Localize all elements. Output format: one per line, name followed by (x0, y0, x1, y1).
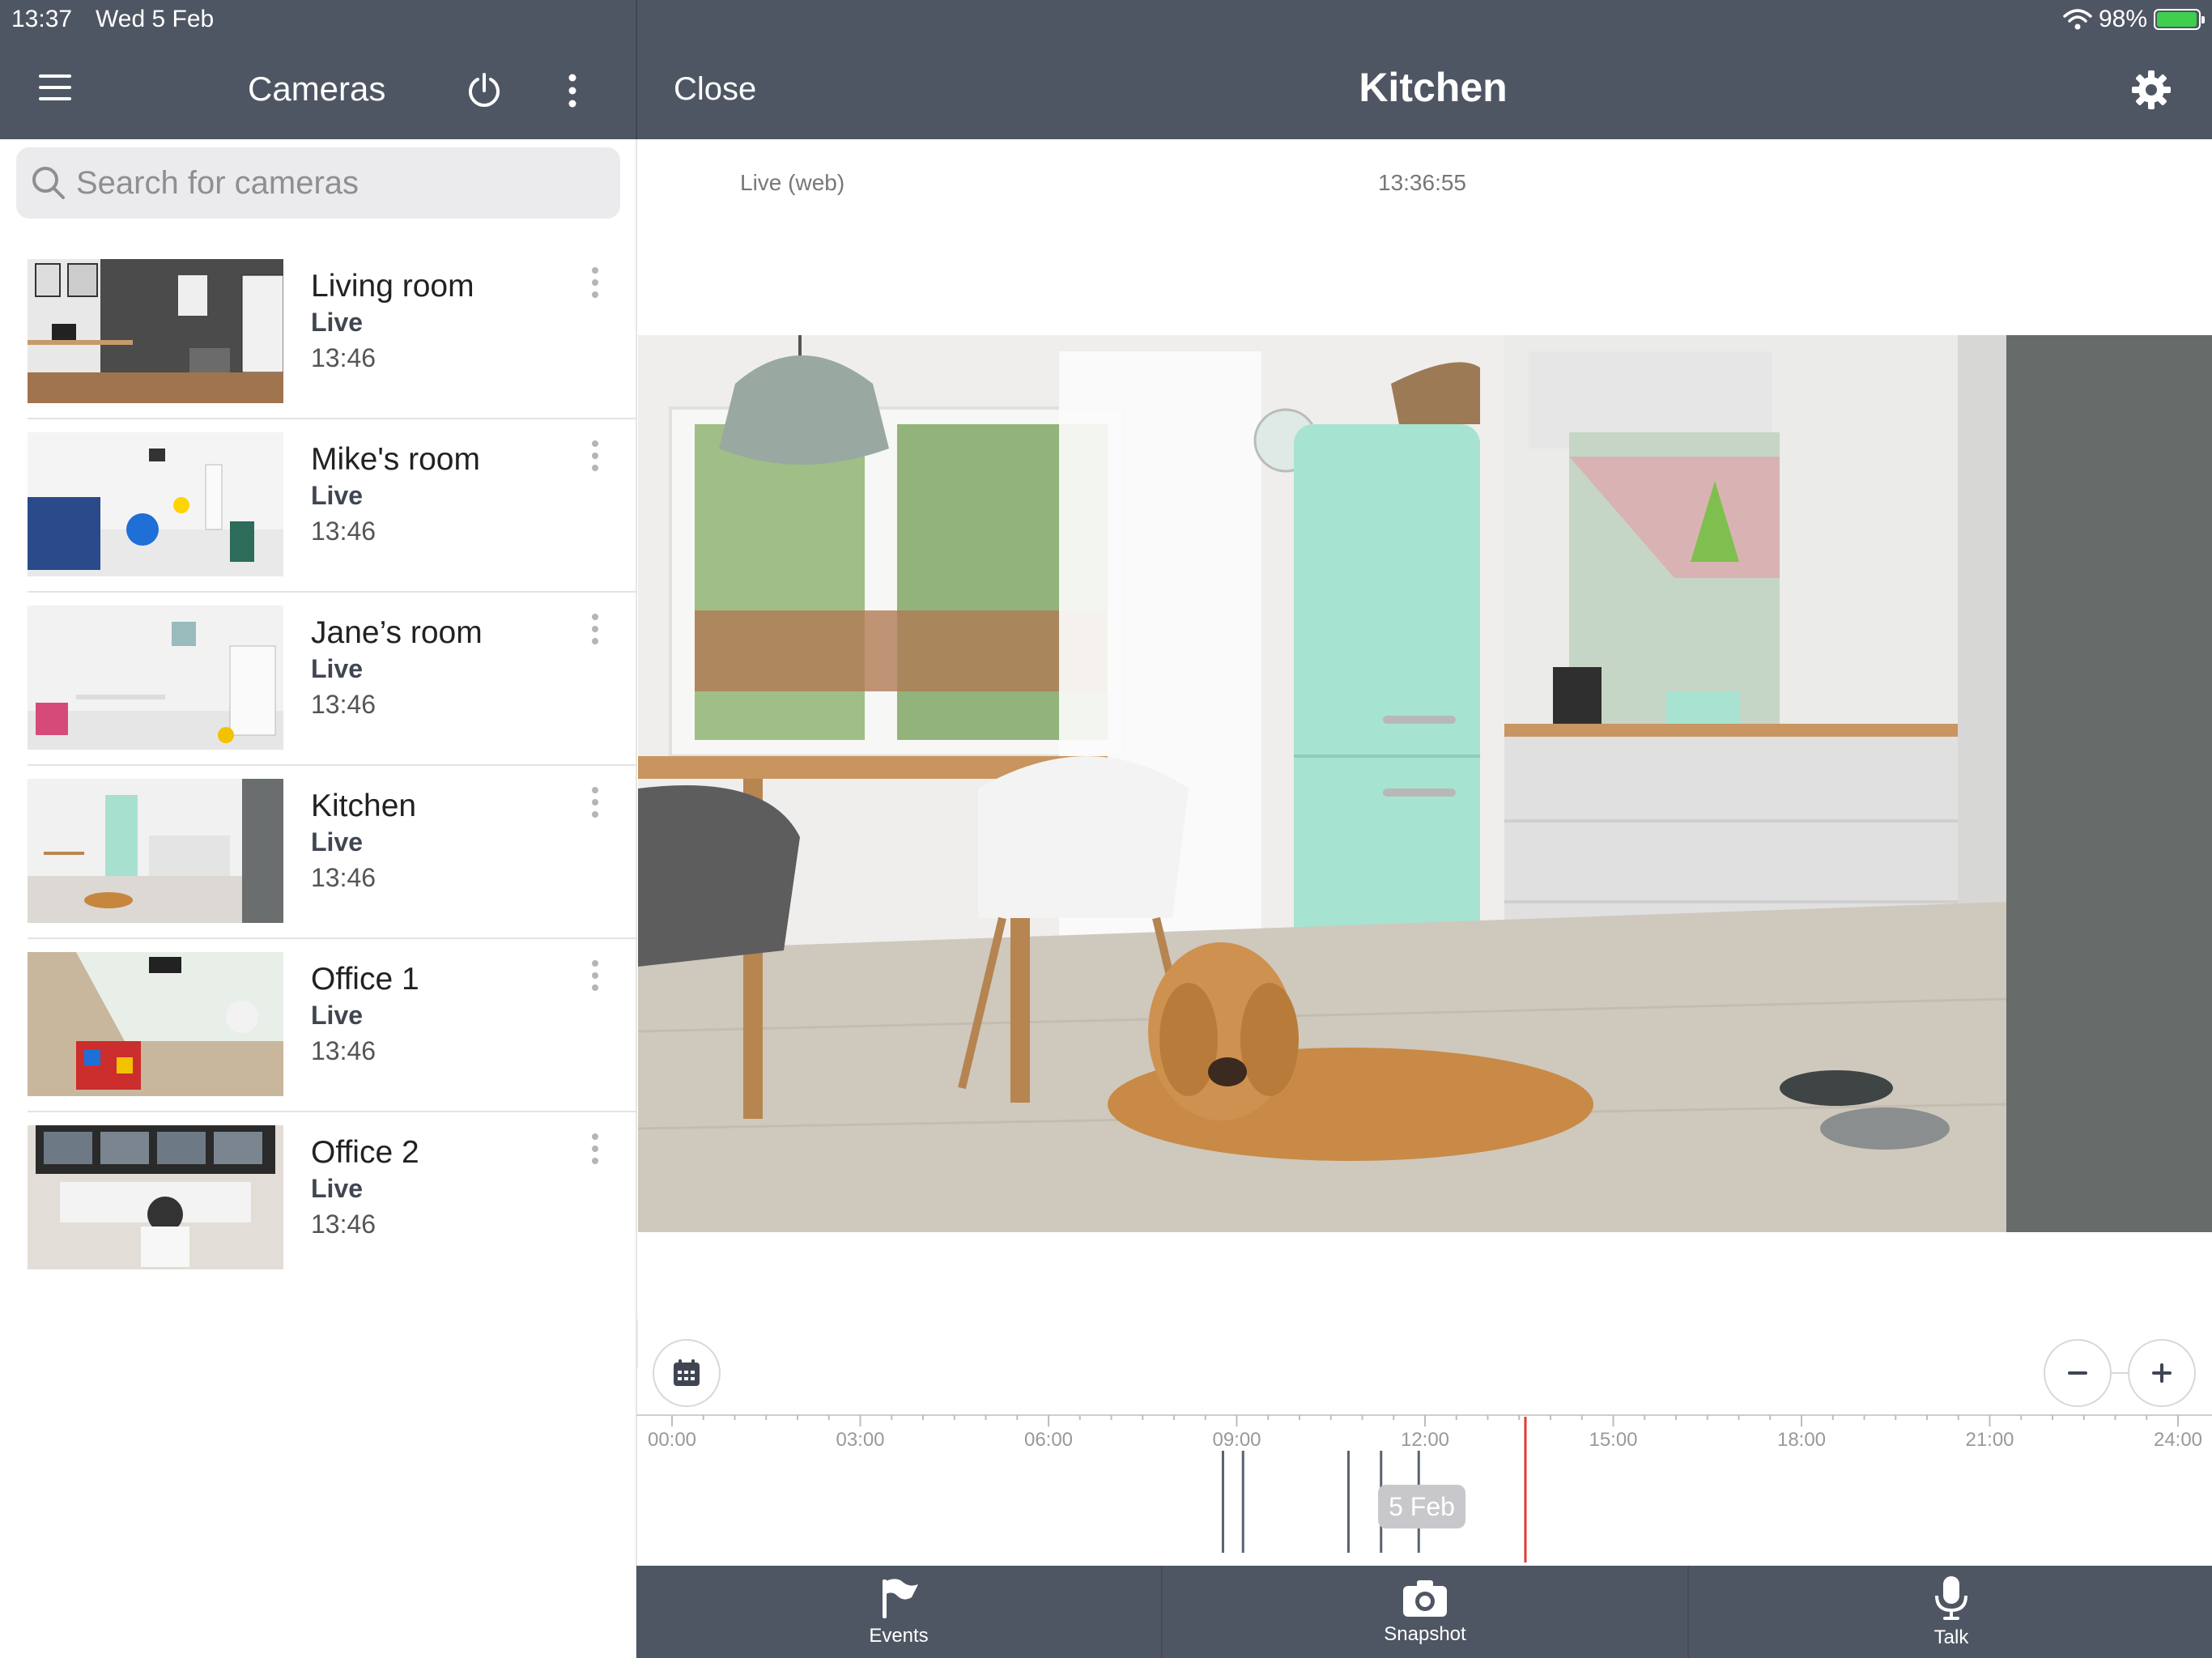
stream-time: 13:36:55 (1378, 170, 1466, 195)
camera-status: Live (311, 1174, 364, 1203)
zoom-out-button[interactable] (2044, 1339, 2112, 1407)
mikes-room-thumbnail (28, 432, 283, 576)
bottom-toolbar: Events Snapshot Talk (636, 1566, 2212, 1658)
camera-name: Jane’s room (311, 615, 483, 650)
camera-status: Live (311, 654, 364, 683)
camera-name: Mike's room (311, 442, 480, 477)
camera-time: 13:46 (311, 863, 376, 892)
plus-icon (2152, 1363, 2172, 1383)
camera-status: Live (311, 1001, 364, 1030)
more-options-icon[interactable] (583, 957, 607, 994)
camera-name: Living room (311, 269, 474, 304)
list-divider (28, 418, 636, 419)
camera-status: Live (311, 481, 364, 510)
status-indicators: 98% (2063, 5, 2205, 34)
timeline-label: 21:00 (1965, 1429, 2014, 1451)
cameras-title: Cameras (248, 70, 386, 108)
camera-name: Kitchen (311, 789, 417, 823)
minus-icon (2068, 1371, 2087, 1375)
close-button[interactable]: Close (674, 68, 756, 110)
office-2-thumbnail (28, 1125, 283, 1269)
battery-percent: 98% (2098, 6, 2147, 32)
more-options-icon[interactable] (583, 610, 607, 648)
timeline-label: 00:00 (648, 1429, 696, 1451)
battery-level (2157, 12, 2197, 27)
events-label: Events (869, 1625, 929, 1647)
camera-time: 13:46 (311, 517, 376, 546)
timeline-label: 18:00 (1777, 1429, 1826, 1451)
more-options-icon[interactable] (583, 437, 607, 474)
cameras-header: 13:37 Wed 5 Feb Cameras (0, 0, 636, 139)
timeline-divider (636, 1320, 638, 1368)
camera-name: Office 1 (311, 962, 419, 997)
menu-icon[interactable] (39, 74, 71, 102)
timeline-label: 03:00 (836, 1429, 884, 1451)
search-icon (32, 167, 65, 199)
camera-time: 13:46 (311, 690, 376, 719)
status-time: 13:37 (11, 6, 73, 32)
list-divider (28, 764, 636, 766)
live-video-feed[interactable] (638, 335, 2212, 1232)
camera-item-mikes-room[interactable]: Mike's room Live 13:46 (0, 432, 636, 606)
search-bar (16, 147, 620, 219)
header-divider (636, 0, 637, 139)
camera-item-kitchen[interactable]: Kitchen Live 13:46 (0, 779, 636, 952)
wifi-icon (2063, 9, 2092, 30)
status-date: Wed 5 Feb (96, 6, 215, 32)
timeline-label: 24:00 (2154, 1429, 2202, 1451)
more-options-icon[interactable] (559, 70, 586, 112)
camera-time: 13:46 (311, 343, 376, 372)
events-button[interactable]: Events (636, 1566, 1161, 1658)
microphone-icon (1935, 1576, 1967, 1620)
camera-status: Live (311, 827, 364, 857)
more-options-icon[interactable] (583, 784, 607, 821)
stream-mode: Live (web) (740, 170, 845, 195)
camera-time: 13:46 (311, 1209, 376, 1239)
list-divider (28, 937, 636, 939)
camera-time: 13:46 (311, 1036, 376, 1065)
app-root: 13:37 Wed 5 Feb Cameras 98% Close Kitche… (0, 0, 2212, 1658)
timeline-label: 09:00 (1212, 1429, 1261, 1451)
flag-icon (883, 1579, 918, 1618)
camera-item-living-room[interactable]: Living room Live 13:46 (0, 259, 636, 432)
more-options-icon[interactable] (583, 1130, 607, 1167)
more-options-icon[interactable] (583, 264, 607, 301)
talk-label: Talk (1933, 1626, 1969, 1648)
list-divider (28, 591, 636, 593)
battery-icon (2154, 9, 2205, 30)
list-divider (28, 1111, 636, 1112)
search-input[interactable] (76, 147, 602, 219)
zoom-in-button[interactable] (2128, 1339, 2196, 1407)
calendar-icon (674, 1359, 700, 1386)
camera-status: Live (311, 308, 364, 337)
calendar-button[interactable] (653, 1339, 721, 1407)
camera-item-janes-room[interactable]: Jane’s room Live 13:46 (0, 606, 636, 779)
talk-button[interactable]: Talk (1689, 1566, 2212, 1658)
kitchen-thumbnail (28, 779, 283, 923)
camera-title: Kitchen (1359, 65, 1508, 110)
office-1-thumbnail (28, 952, 283, 1096)
timeline-label: 06:00 (1024, 1429, 1073, 1451)
gear-icon[interactable] (2129, 68, 2173, 112)
power-icon[interactable] (463, 70, 505, 112)
camera-item-office-1[interactable]: Office 1 Live 13:46 (0, 952, 636, 1125)
timeline-date-badge: 5 Feb (1378, 1485, 1465, 1528)
timeline-label: 12:00 (1401, 1429, 1449, 1451)
camera-icon (1403, 1580, 1447, 1617)
camera-name: Office 2 (311, 1135, 419, 1170)
living-room-thumbnail (28, 259, 283, 403)
zoom-connector (2112, 1372, 2128, 1374)
janes-room-thumbnail (28, 606, 283, 750)
timeline-label: 15:00 (1589, 1429, 1637, 1451)
camera-item-office-2[interactable]: Office 2 Live 13:46 (0, 1125, 636, 1299)
snapshot-label: Snapshot (1384, 1623, 1466, 1645)
snapshot-button[interactable]: Snapshot (1163, 1566, 1687, 1658)
